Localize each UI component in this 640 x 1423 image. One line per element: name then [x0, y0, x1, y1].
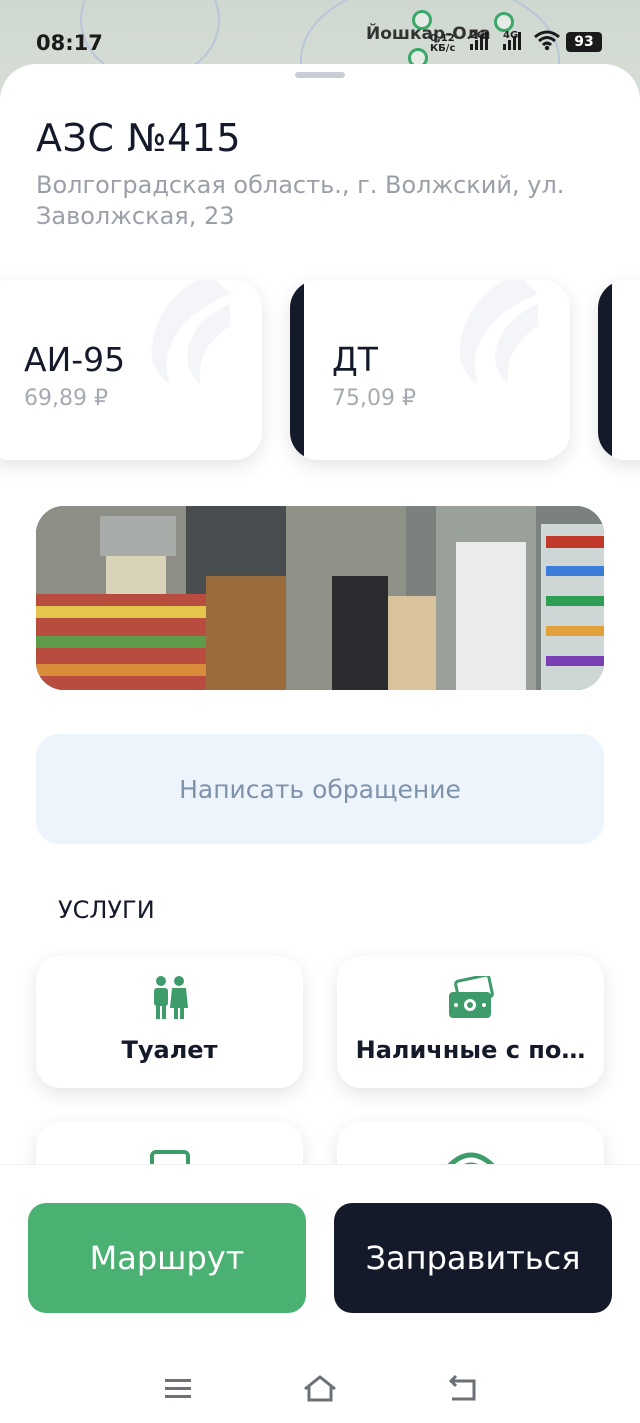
back-icon[interactable] — [442, 1369, 482, 1409]
menu-icon[interactable] — [158, 1369, 198, 1409]
fuel-card[interactable] — [598, 280, 640, 460]
services-heading: УСЛУГИ — [58, 896, 155, 924]
signal-icon — [470, 32, 488, 50]
home-icon[interactable] — [300, 1369, 340, 1409]
fuel-price: 69,89 ₽ — [24, 386, 108, 411]
service-card-cash[interactable]: Наличные с по… — [337, 956, 604, 1088]
station-details-sheet: АЗС №415 Волгоградская область., г. Волж… — [0, 64, 640, 1423]
brand-watermark-icon — [459, 280, 538, 384]
cash-icon — [448, 976, 494, 1018]
service-label: Туалет — [121, 1036, 218, 1064]
sheet-drag-handle[interactable] — [295, 72, 345, 78]
station-photo[interactable] — [36, 506, 604, 690]
fuel-price: 75,09 ₽ — [332, 386, 416, 411]
system-navigation-bar — [0, 1365, 640, 1415]
station-interior-image — [36, 506, 604, 690]
selected-indicator — [290, 280, 304, 460]
status-time: 08:17 — [36, 31, 103, 55]
station-title: АЗС №415 — [36, 116, 242, 160]
signal-icon — [503, 32, 521, 50]
fuel-name: ДТ — [332, 340, 378, 379]
station-address: Волгоградская область., г. Волжский, ул.… — [36, 171, 565, 230]
status-bar: 08:17 Йошкар-Ола 0,12 КБ/с 2G 4G 93 — [0, 22, 640, 66]
fuel-name: АИ-95 — [24, 340, 126, 379]
fuel-card[interactable]: АИ-95 69,89 ₽ — [0, 280, 262, 460]
fuel-carousel[interactable]: АИ-95 69,89 ₽ ДТ 75,09 ₽ — [0, 280, 640, 464]
selected-indicator — [598, 280, 612, 460]
wifi-status-icon — [534, 30, 560, 51]
service-label: Наличные с по… — [355, 1036, 586, 1064]
refuel-button[interactable]: Заправиться — [334, 1203, 612, 1313]
write-appeal-button[interactable]: Написать обращение — [36, 734, 604, 844]
fuel-card[interactable]: ДТ 75,09 ₽ — [290, 280, 570, 460]
route-button[interactable]: Маршрут — [28, 1203, 306, 1313]
bottom-action-panel: Маршрут Заправиться — [0, 1164, 640, 1423]
service-card-toilet[interactable]: Туалет — [36, 956, 303, 1088]
toilet-icon — [153, 976, 188, 1019]
network-speed-unit: КБ/с — [430, 43, 456, 54]
battery-indicator: 93 — [566, 32, 602, 52]
network-speed: 0,12 КБ/с — [430, 34, 455, 54]
brand-watermark-icon — [151, 280, 230, 384]
